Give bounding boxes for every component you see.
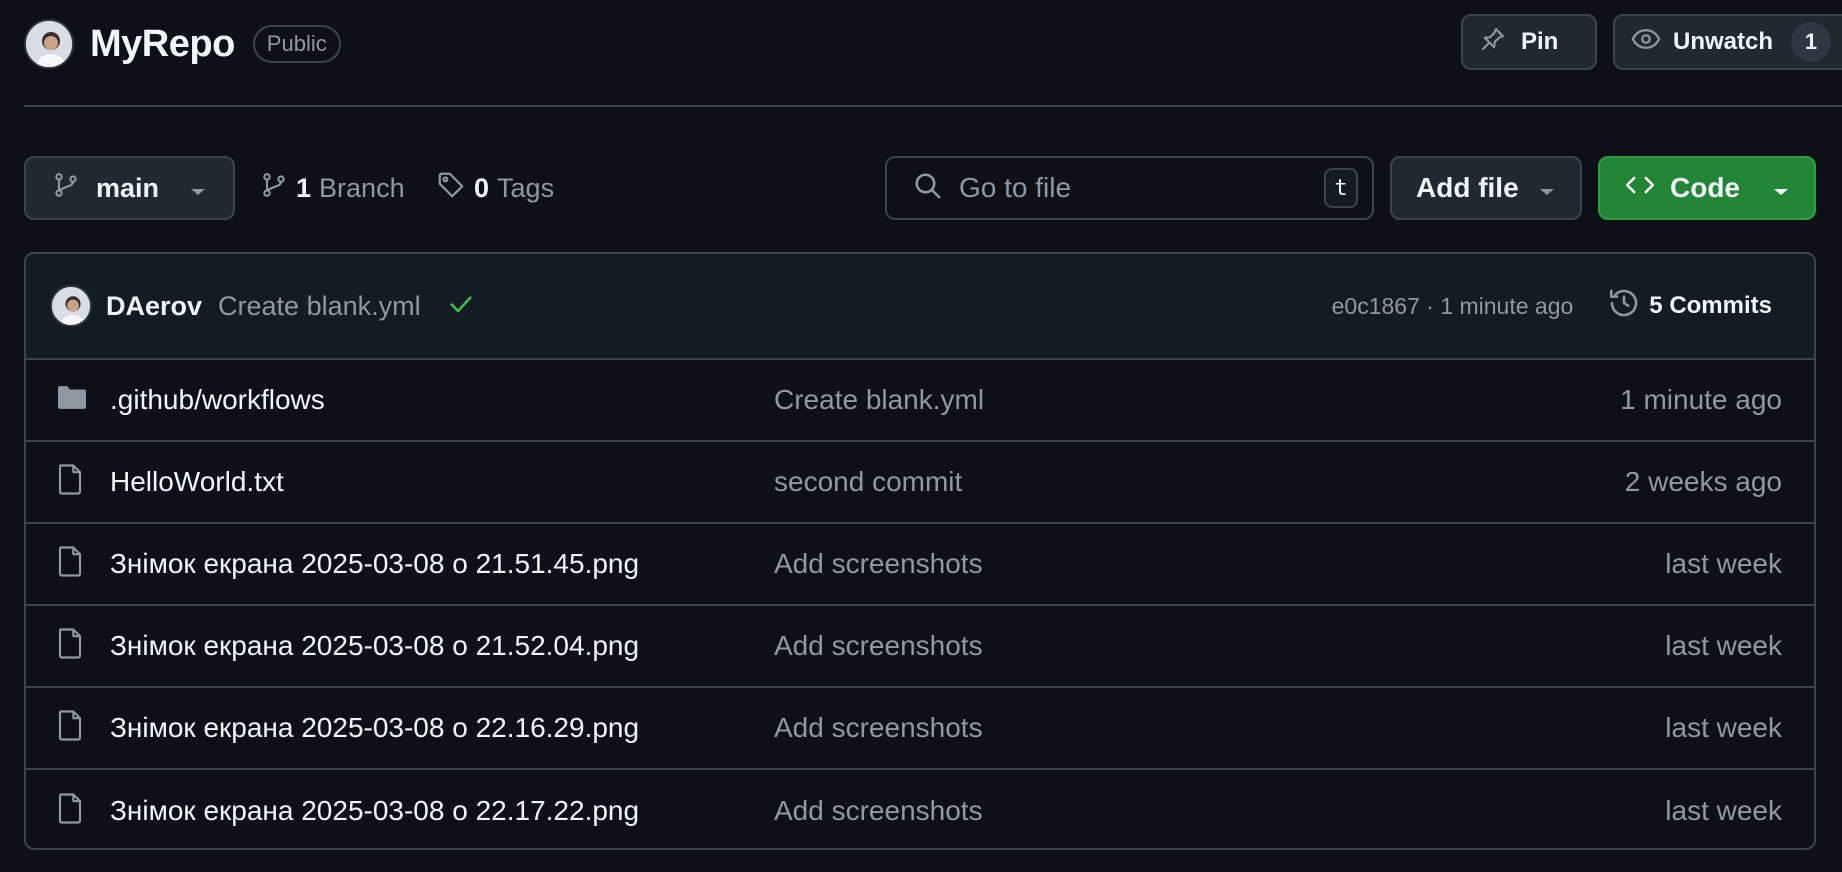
file-icon <box>56 793 84 830</box>
file-last-commit[interactable]: Add screenshots <box>774 630 983 662</box>
repo-header: MyRepo Public <box>24 18 341 70</box>
file-icon <box>56 464 84 501</box>
commit-hash-and-time[interactable]: e0c1867 · 1 minute ago <box>1332 293 1574 320</box>
file-updated-time: 1 minute ago <box>1620 384 1782 415</box>
file-row[interactable]: .github/workflows Create blank.yml 1 minut… <box>26 360 1814 442</box>
file-browser: DAerov Create blank.yml e0c1867 · 1 minu… <box>24 252 1816 850</box>
watch-count: 1 <box>1791 22 1832 62</box>
file-name[interactable]: Знімок екрана 2025-03-08 о 22.17.22.png <box>110 795 639 827</box>
file-updated-time: 2 weeks ago <box>1624 466 1782 497</box>
file-updated-time: last week <box>1665 630 1782 661</box>
file-row[interactable]: Знімок екрана 2025-03-08 о 21.51.45.png A… <box>26 524 1814 606</box>
chevron-down-icon <box>189 173 207 204</box>
search-placeholder: Go to file <box>959 172 1072 203</box>
branches-link[interactable]: 1 Branch <box>260 168 405 208</box>
branch-name: main <box>96 172 160 203</box>
check-icon[interactable] <box>447 290 475 323</box>
folder-icon <box>56 384 88 417</box>
eye-icon <box>1631 24 1661 61</box>
header-divider <box>24 105 1842 107</box>
add-file-button[interactable]: Add file <box>1390 156 1582 220</box>
chevron-down-icon <box>1772 172 1790 204</box>
file-name[interactable]: Знімок екрана 2025-03-08 о 21.51.45.png <box>110 548 639 580</box>
repo-name[interactable]: MyRepo <box>90 23 235 66</box>
pin-icon <box>1479 25 1507 60</box>
tag-icon <box>436 170 466 207</box>
unwatch-button[interactable]: Unwatch 1 <box>1613 14 1842 70</box>
pin-label: Pin <box>1521 28 1559 55</box>
git-branch-icon <box>52 171 80 206</box>
file-last-commit[interactable]: Create blank.yml <box>774 384 984 416</box>
add-file-label: Add file <box>1416 172 1519 203</box>
search-icon <box>913 171 943 206</box>
repo-page: MyRepo Public Pin Unwatch 1 main 1 Branc… <box>0 0 1842 872</box>
go-to-file-input[interactable]: Go to file t <box>885 156 1374 220</box>
branch-selector[interactable]: main <box>24 156 235 220</box>
tag-word: Tags <box>497 172 555 203</box>
file-last-commit[interactable]: Add screenshots <box>774 548 983 580</box>
owner-avatar[interactable] <box>24 19 74 69</box>
file-row[interactable]: Знімок екрана 2025-03-08 о 21.52.04.png A… <box>26 606 1814 688</box>
file-icon <box>56 546 84 583</box>
file-last-commit[interactable]: Add screenshots <box>774 795 983 827</box>
pin-button[interactable]: Pin <box>1461 14 1597 70</box>
file-name[interactable]: .github/workflows <box>110 384 325 416</box>
visibility-badge: Public <box>252 25 341 63</box>
tag-count: 0 <box>474 172 490 203</box>
git-branch-icon <box>260 171 288 206</box>
tags-link[interactable]: 0 Tags <box>436 168 554 208</box>
commit-message[interactable]: Create blank.yml <box>218 291 421 322</box>
chevron-down-icon <box>1538 172 1556 204</box>
latest-commit-bar: DAerov Create blank.yml e0c1867 · 1 minu… <box>26 254 1814 360</box>
history-icon <box>1607 286 1641 327</box>
file-name[interactable]: Знімок екрана 2025-03-08 о 22.16.29.png <box>110 712 639 744</box>
commits-history-link[interactable]: 5 Commits <box>1607 286 1772 327</box>
unwatch-label: Unwatch <box>1673 28 1774 55</box>
file-updated-time: last week <box>1665 795 1782 826</box>
commits-count-label: 5 Commits <box>1649 292 1772 319</box>
code-icon <box>1624 171 1656 206</box>
code-button[interactable]: Code <box>1598 156 1816 220</box>
file-row[interactable]: Знімок екрана 2025-03-08 о 22.17.22.png A… <box>26 770 1814 848</box>
file-row[interactable]: Знімок екрана 2025-03-08 о 22.16.29.png A… <box>26 688 1814 770</box>
file-icon <box>56 628 84 665</box>
keyboard-shortcut-hint: t <box>1324 168 1358 208</box>
author-avatar[interactable] <box>50 285 92 327</box>
commit-author[interactable]: DAerov <box>106 291 202 322</box>
code-label: Code <box>1670 172 1740 203</box>
file-last-commit[interactable]: second commit <box>774 466 962 498</box>
file-name[interactable]: HelloWorld.txt <box>110 466 284 498</box>
file-name[interactable]: Знімок екрана 2025-03-08 о 21.52.04.png <box>110 630 639 662</box>
file-last-commit[interactable]: Add screenshots <box>774 712 983 744</box>
file-updated-time: last week <box>1665 548 1782 579</box>
file-row[interactable]: HelloWorld.txt second commit 2 weeks ago <box>26 442 1814 524</box>
branch-count: 1 <box>296 172 312 203</box>
file-icon <box>56 710 84 747</box>
branch-word: Branch <box>319 172 405 203</box>
file-updated-time: last week <box>1665 712 1782 743</box>
file-list: .github/workflows Create blank.yml 1 minut… <box>26 360 1814 848</box>
